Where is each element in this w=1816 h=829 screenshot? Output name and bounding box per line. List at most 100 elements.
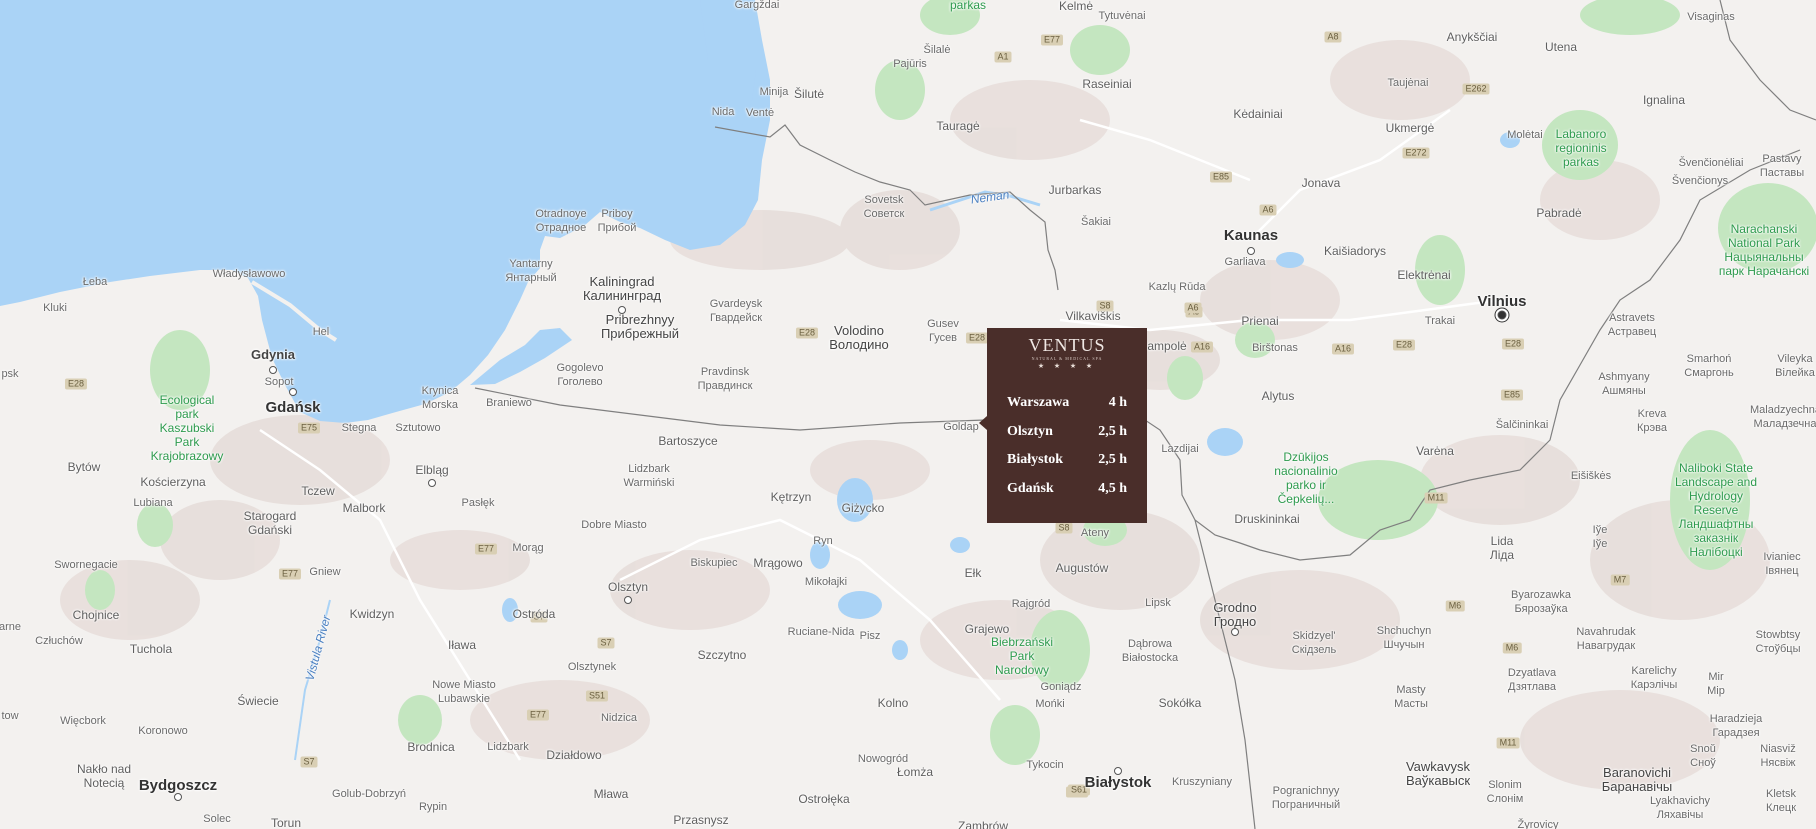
place-label-trakai: Trakai bbox=[1424, 315, 1456, 327]
place-label-maladzyechna: Maladzyechna Маладзечна bbox=[1750, 404, 1816, 430]
place-label-ryn: Ryn bbox=[813, 535, 833, 547]
place-label-elk: Ełk bbox=[964, 566, 982, 580]
place-label-ignalina: Ignalina bbox=[1642, 93, 1686, 107]
road-shield-s51: S51 bbox=[585, 690, 609, 702]
place-label-ostroda: Ostróda bbox=[512, 607, 556, 621]
place-label-minija: Minija bbox=[759, 86, 789, 98]
travel-time-row: Olsztyn 2,5 h bbox=[1007, 418, 1127, 447]
place-label-mikolajki: Mikołajki bbox=[804, 576, 848, 588]
place-label-vawkavysk: Vawkavysk Ваўкавыск bbox=[1405, 759, 1471, 788]
place-label-tuchola: Tuchola bbox=[129, 642, 173, 656]
place-label-marijampole: ampolė bbox=[1147, 339, 1187, 353]
place-label-rajgrod: Rajgród bbox=[1011, 598, 1051, 610]
park-label-naliboki: Naliboki State Landscape and Hydrology R… bbox=[1674, 461, 1758, 559]
city-label-vilnius: Vilnius bbox=[1477, 293, 1527, 310]
place-label-ketrzyn: Kętrzyn bbox=[770, 490, 812, 504]
place-label-gniew: Gniew bbox=[309, 566, 341, 578]
place-label-swornegacie: Swornegacie bbox=[54, 559, 118, 571]
travel-time-row: Białystok 2,5 h bbox=[1007, 446, 1127, 475]
map-canvas[interactable]: A1E77E85A6E262E272A8E28A5A16A16E28E28E85… bbox=[0, 0, 1816, 829]
place-label-wiecbork: Więcbork bbox=[60, 715, 106, 727]
place-label-jonava: Jonava bbox=[1301, 176, 1341, 190]
place-label-ostroleka: Ostrołęka bbox=[798, 792, 850, 806]
place-label-malbork: Malbork bbox=[342, 501, 386, 515]
place-label-szczytno: Szczytno bbox=[697, 648, 747, 662]
city-label-bialystok: Białystok bbox=[1084, 774, 1152, 791]
city-marker-kaunas bbox=[1247, 247, 1255, 255]
place-label-paslek: Pasłęk bbox=[461, 497, 495, 509]
place-label-niasviz: Niasviž Нясвіж bbox=[1760, 743, 1796, 769]
place-label-bytow: Bytów bbox=[67, 460, 101, 474]
place-label-augustow: Augustów bbox=[1055, 561, 1109, 575]
place-label-krynica: Krynica Morska bbox=[421, 385, 459, 411]
place-label-solec: Solec bbox=[203, 813, 231, 825]
hotel-logo-text: VENTUS bbox=[1028, 335, 1106, 355]
place-label-zyrovicy: Žyrovicy bbox=[1517, 819, 1559, 829]
travel-time: 4,5 h bbox=[1098, 480, 1127, 496]
travel-city: Białystok bbox=[1007, 452, 1064, 467]
place-label-silale: Šilalė bbox=[923, 44, 951, 56]
travel-time-row: Warszawa 4 h bbox=[1007, 389, 1127, 418]
place-label-astravets: Astravets Астравец bbox=[1607, 312, 1657, 338]
hotel-travel-time-popup[interactable]: VENTUS natural & medical spa ★ ★ ★ ★ War… bbox=[979, 328, 1147, 523]
place-label-koronowo: Koronowo bbox=[138, 725, 188, 737]
place-label-wladyslawowo: Władysławowo bbox=[212, 268, 286, 280]
travel-time: 2,5 h bbox=[1098, 452, 1127, 467]
place-label-brodnica: Brodnica bbox=[407, 740, 455, 754]
place-label-pabrade: Pabradė bbox=[1536, 206, 1582, 220]
city-marker-olsztyn bbox=[624, 596, 632, 604]
road-shield-e75: E75 bbox=[297, 422, 321, 434]
park-label-biebrzanski: Biebrzański Park Narodowy bbox=[990, 635, 1054, 677]
place-label-lyakhavichy: Lyakhavichy Ляхавічы bbox=[1649, 795, 1711, 821]
place-label-grajewo: Grajewo bbox=[964, 622, 1010, 636]
place-label-koscierzyna: Kościerzyna bbox=[140, 475, 206, 489]
place-label-tow: tow bbox=[1, 710, 19, 722]
place-label-sztutowo: Sztutowo bbox=[395, 422, 441, 434]
place-label-elblag: Elbląg bbox=[415, 463, 449, 477]
place-label-kedainiai: Kėdainiai bbox=[1233, 107, 1283, 121]
place-label-mir: Mir Мір bbox=[1707, 671, 1725, 697]
city-label-gdansk: Gdańsk bbox=[265, 399, 321, 416]
park-label-dzukijos: Dzūkijos nacionalinio parko ir Čepkelių.… bbox=[1274, 450, 1338, 506]
place-label-nida: Nida bbox=[711, 106, 735, 118]
road-shield-a16: A16 bbox=[1331, 343, 1355, 355]
place-label-pribrezhnyy: Pribrezhnyy Прибрежный bbox=[600, 312, 680, 341]
place-label-olsztynek: Olsztynek bbox=[567, 661, 617, 673]
place-label-mragowo: Mrągowo bbox=[753, 556, 803, 570]
place-label-moletai: Molėtai bbox=[1507, 129, 1543, 141]
city-marker-grodno bbox=[1231, 628, 1239, 636]
place-label-birstonas: Birštonas bbox=[1252, 342, 1298, 354]
place-label-pisz: Pisz bbox=[859, 630, 881, 642]
place-label-dobre-miasto: Dobre Miasto bbox=[581, 519, 647, 531]
place-label-taujenai: Taujėnai bbox=[1387, 77, 1429, 89]
place-label-lidzbark-w: Lidzbark Warmiński bbox=[623, 463, 675, 489]
travel-time: 4 h bbox=[1108, 395, 1127, 410]
popup-pointer bbox=[979, 416, 987, 430]
place-label-braniewo: Braniewo bbox=[486, 397, 532, 409]
travel-time: 2,5 h bbox=[1098, 423, 1127, 439]
place-label-biskupiec: Biskupiec bbox=[690, 557, 738, 569]
place-label-pajuris: Pajūris bbox=[893, 58, 927, 70]
place-label-visaginas: Visaginas bbox=[1687, 11, 1735, 23]
place-label-przasnysz: Przasnysz bbox=[673, 813, 729, 827]
place-label-elektrenai: Elektrėnai bbox=[1397, 268, 1451, 282]
place-label-svencionys: Švenčionys bbox=[1671, 175, 1729, 187]
road-shield-e77: E77 bbox=[278, 568, 302, 580]
place-label-goldap: Goldap bbox=[943, 421, 979, 433]
place-label-karelichy: Karelichy Карэлічы bbox=[1630, 665, 1678, 691]
place-label-stowbtsy: Stowbtsy Стоўбцы bbox=[1755, 629, 1801, 655]
place-label-utena: Utena bbox=[1544, 40, 1578, 54]
place-label-nidzica: Nidzica bbox=[600, 712, 638, 724]
road-shield-e28: E28 bbox=[64, 378, 88, 390]
city-marker-bydgoszcz bbox=[174, 793, 182, 801]
hotel-logo-stars: ★ ★ ★ ★ bbox=[1037, 362, 1097, 370]
park-label-narachanski: Narachanski National Park Нацыянальны па… bbox=[1718, 222, 1810, 278]
hotel-logo: VENTUS natural & medical spa ★ ★ ★ ★ bbox=[1007, 334, 1127, 371]
road-shield-a16: A16 bbox=[1190, 341, 1214, 353]
place-label-yantarny: Yantarny Янтарный bbox=[505, 258, 557, 284]
road-shield-e77: E77 bbox=[474, 543, 498, 555]
road-shield-e77: E77 bbox=[526, 709, 550, 721]
place-label-sovetsk: Sovetsk Советск bbox=[863, 194, 905, 220]
place-label-ivianiec: Ivianiec Івянец bbox=[1763, 551, 1801, 577]
road-shield-e77: E77 bbox=[1040, 34, 1064, 46]
